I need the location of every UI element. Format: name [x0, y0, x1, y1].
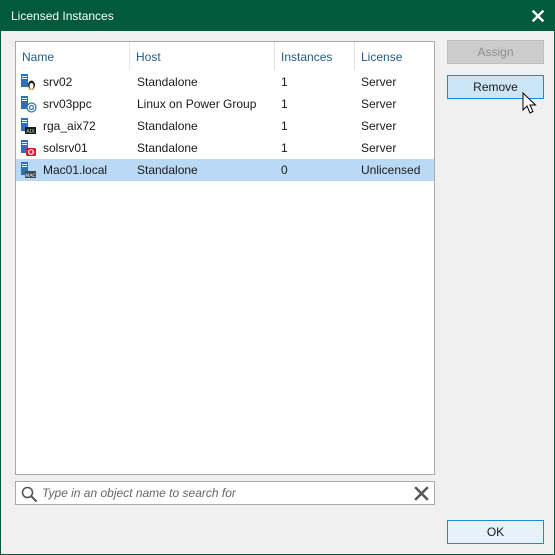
row-host: Linux on Power Group	[137, 97, 257, 111]
column-header-license[interactable]: License	[354, 42, 434, 70]
table-row[interactable]: solsrv01 Standalone 1 Server	[16, 137, 434, 159]
instances-list[interactable]: Name Host Instances License srv02 Standa…	[15, 41, 435, 475]
table-row[interactable]: AIX rga_aix72 Standalone 1 Server	[16, 115, 434, 137]
row-license: Unlicensed	[361, 163, 421, 177]
search-icon	[21, 486, 37, 502]
svg-text:MAC: MAC	[25, 173, 35, 179]
column-header-host[interactable]: Host	[129, 42, 274, 70]
row-instances: 1	[281, 97, 288, 111]
close-button[interactable]	[526, 4, 550, 28]
table-row-selected[interactable]: MAC Mac01.local Standalone 0 Unlicensed	[16, 159, 434, 181]
row-instances: 1	[281, 141, 288, 155]
row-name: solsrv01	[43, 141, 88, 155]
mac-server-icon: MAC	[21, 162, 36, 179]
ok-button[interactable]: OK	[447, 520, 544, 544]
row-host: Standalone	[137, 163, 198, 177]
linux-power-server-icon	[21, 96, 37, 113]
row-host: Standalone	[137, 119, 198, 133]
window-title: Licensed Instances	[11, 9, 114, 23]
row-license: Server	[361, 141, 397, 155]
row-license: Server	[361, 97, 397, 111]
licensed-instances-dialog: Licensed Instances Name Host Instances L…	[0, 0, 555, 555]
column-header-name[interactable]: Name	[16, 42, 129, 70]
column-header-instances[interactable]: Instances	[274, 42, 354, 70]
linux-server-icon	[21, 74, 35, 90]
solaris-server-icon	[21, 140, 36, 156]
row-license: Server	[361, 75, 397, 89]
title-bar: Licensed Instances	[1, 1, 554, 31]
row-instances: 0	[281, 163, 288, 177]
row-instances: 1	[281, 75, 288, 89]
close-icon	[532, 10, 544, 22]
row-license: Server	[361, 119, 397, 133]
search-input[interactable]	[42, 484, 402, 502]
row-instances: 1	[281, 119, 288, 133]
row-name: srv03ppc	[43, 97, 92, 111]
row-host: Standalone	[137, 75, 198, 89]
row-name: rga_aix72	[43, 119, 96, 133]
row-name: Mac01.local	[43, 163, 108, 177]
svg-text:AIX: AIX	[26, 129, 35, 135]
row-host: Standalone	[137, 141, 198, 155]
table-header: Name Host Instances License	[16, 42, 434, 70]
mouse-cursor-icon	[522, 92, 537, 114]
table-row[interactable]: srv02 Standalone 1 Server	[16, 71, 434, 93]
clear-search-icon[interactable]	[414, 486, 429, 501]
aix-server-icon: AIX	[21, 118, 36, 135]
table-row[interactable]: srv03ppc Linux on Power Group 1 Server	[16, 93, 434, 115]
search-box[interactable]	[15, 481, 435, 505]
assign-button[interactable]: Assign	[447, 40, 544, 64]
row-name: srv02	[43, 75, 73, 89]
